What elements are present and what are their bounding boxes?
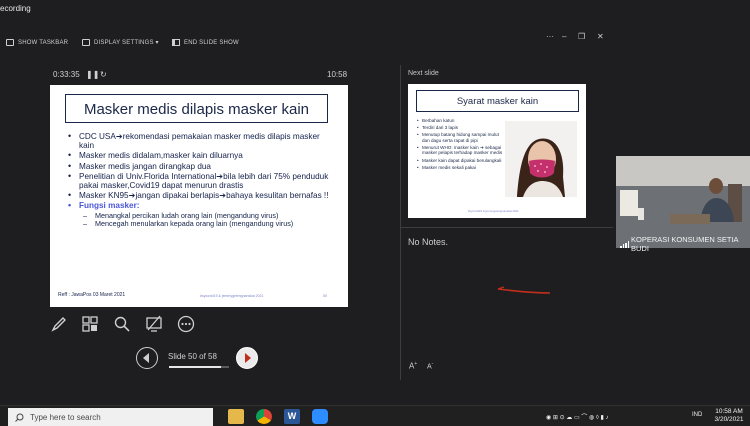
next-slide-item: Terdiri dari 3 lapis <box>417 125 507 131</box>
file-explorer-icon[interactable] <box>228 409 244 424</box>
close-icon[interactable]: ✕ <box>597 32 604 41</box>
taskbar-search-box[interactable]: Type here to search <box>8 408 213 426</box>
signal-icon <box>620 240 629 248</box>
current-slide: Masker medis dilapis masker kain CDC USA… <box>50 85 348 307</box>
tray-icons[interactable]: ◉ ⊞ ⊙ ☁ ▭ ⌒ ◍ ◊ ▮ ♪ <box>546 412 608 421</box>
all-slides-icon[interactable] <box>81 315 99 333</box>
next-slide-title-box: Syarat masker kain <box>416 90 579 112</box>
zoom-icon[interactable] <box>113 315 131 333</box>
recording-label: ecording <box>0 4 31 13</box>
slide-progress-bar <box>169 366 229 368</box>
slide-reference: Reff : JawaPos 03 Maret 2021 <box>58 292 126 298</box>
next-slide-title: Syarat masker kain <box>456 96 539 107</box>
restore-icon[interactable]: ❐ <box>578 32 585 41</box>
more-options-icon[interactable]: ··· <box>546 32 554 41</box>
taskbar-icon <box>6 39 14 46</box>
more-options-circle-icon[interactable] <box>177 315 195 333</box>
end-show-icon <box>172 39 180 46</box>
end-slide-show-label: END SLIDE SHOW <box>184 39 239 46</box>
red-annotation-stroke <box>497 286 551 294</box>
presenter-toolbar: SHOW TASKBAR DISPLAY SETTINGS ▾ END SLID… <box>0 34 612 54</box>
search-icon <box>15 413 24 422</box>
display-settings-label: DISPLAY SETTINGS ▾ <box>94 40 159 46</box>
next-slide-item: Menurut WHO: masker kain ➔ sebagai maske… <box>417 145 507 156</box>
pen-icon[interactable] <box>50 315 68 333</box>
slide-title-box: Masker medis dilapis masker kain <box>65 94 328 123</box>
chrome-icon[interactable] <box>256 409 272 424</box>
notes-divider <box>401 227 613 228</box>
language-indicator[interactable]: IND <box>692 412 702 418</box>
previous-slide-button[interactable] <box>136 347 158 369</box>
pause-timer-icon[interactable]: ❚❚ <box>86 70 99 79</box>
sub-bullet-item: Mencegah menularkan kepada orang lain (m… <box>68 219 336 228</box>
bullet-item: CDC USA➔rekomendasi pemakaian masker med… <box>68 132 336 150</box>
end-slide-show-button[interactable]: END SLIDE SHOW <box>172 39 239 46</box>
bullet-item: Masker medis didalam,masker kain diluarn… <box>68 151 336 160</box>
next-slide-button[interactable] <box>236 347 258 369</box>
participant-name-label: KOPERASI KONSUMEN SETIA BUDI <box>620 235 750 253</box>
slide-navigation: Slide 50 of 58 <box>136 347 266 373</box>
panel-divider <box>400 65 401 380</box>
participant-name: KOPERASI KONSUMEN SETIA BUDI <box>631 235 739 253</box>
bullet-item: Penelitian di Univ.Florida International… <box>68 172 336 190</box>
next-slide-item: Masker medis sekali pakai <box>417 165 507 171</box>
bullet-item: Masker medis jangan dirangkap dua <box>68 162 336 171</box>
windows-taskbar: Type here to search W ◉ ⊞ ⊙ ☁ ▭ ⌒ ◍ ◊ ▮ … <box>0 405 750 426</box>
next-slide-label: Next slide <box>408 70 439 77</box>
taskbar-date: 3/20/2021 <box>714 416 744 423</box>
taskbar-time: 10:58 AM <box>715 408 743 415</box>
minimize-icon[interactable]: – <box>562 32 566 41</box>
next-slide-item: Menutup batang hidung sampai mulut dan d… <box>417 132 507 143</box>
current-time: 10:58 <box>327 70 348 79</box>
reset-timer-icon[interactable]: ↻ <box>100 70 107 79</box>
bullet-item: Masker KN95➔jangan dipakai berlapis➔baha… <box>68 191 336 200</box>
next-slide-item: Berbahan katun <box>417 118 507 124</box>
display-icon <box>82 39 90 46</box>
slide-page-number: 50 <box>323 294 327 298</box>
presenter-view: ecording SHOW TASKBAR DISPLAY SETTINGS ▾… <box>0 0 750 426</box>
search-placeholder: Type here to search <box>30 412 101 422</box>
zoom-app-icon[interactable] <box>312 409 328 424</box>
next-slide-item: Masker kain dapat dipakai berulangkali <box>417 158 507 164</box>
slide-bullets: CDC USA➔rekomendasi pemakaian masker med… <box>68 132 336 228</box>
next-slide-list: Berbahan katun Terdiri dari 3 lapis Menu… <box>417 118 507 172</box>
woman-with-mask-photo <box>505 121 577 197</box>
display-settings-button[interactable]: DISPLAY SETTINGS ▾ <box>82 39 159 46</box>
black-screen-icon[interactable] <box>145 315 163 333</box>
slide-title: Masker medis dilapis masker kain <box>83 101 310 118</box>
fungsi-heading: Fungsi masker: <box>68 201 336 210</box>
word-icon[interactable]: W <box>284 409 300 424</box>
show-taskbar-label: SHOW TASKBAR <box>18 39 69 46</box>
show-taskbar-button[interactable]: SHOW TASKBAR <box>6 39 68 46</box>
increase-font-icon[interactable]: A+ <box>409 361 417 371</box>
next-slide-preview[interactable]: Syarat masker kain Berbahan katun Terdir… <box>408 84 586 218</box>
slide-counter: Slide 50 of 58 <box>168 352 217 361</box>
taskbar-clock[interactable]: 10:58 AM 3/20/2021 <box>709 408 749 424</box>
decrease-font-icon[interactable]: A- <box>427 361 433 371</box>
slide-progress-fill <box>169 366 221 368</box>
speaker-notes: No Notes. <box>408 237 449 247</box>
next-slide-footer: #sycovid19 & jemmygelengnanskal 2021 <box>468 209 519 213</box>
elapsed-timer: 0:33:35 <box>53 70 80 79</box>
slide-footer-note: #sycovid19 & jemmygelengnanskal 2021 <box>200 294 264 298</box>
